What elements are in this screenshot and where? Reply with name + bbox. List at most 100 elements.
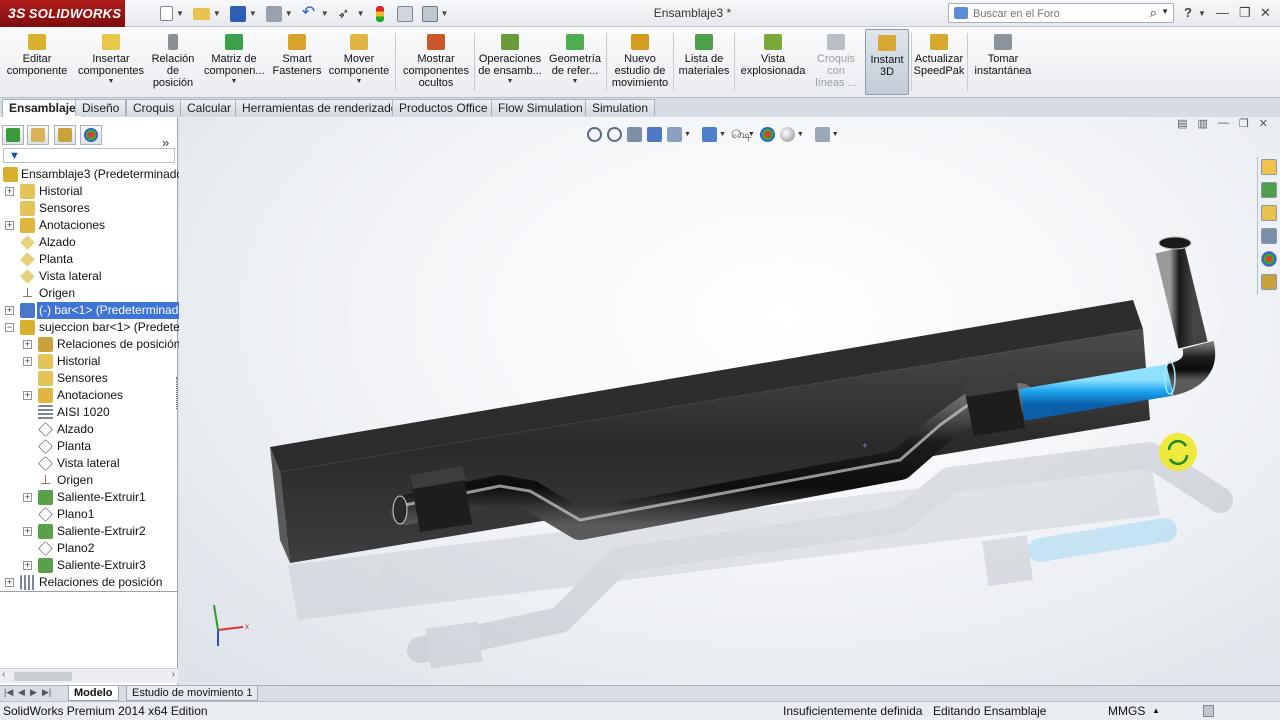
rebuild-icon[interactable] [375, 5, 384, 22]
view-palette-icon[interactable] [1261, 228, 1277, 244]
next-tab-icon[interactable]: ▶ [30, 687, 37, 698]
expand-icon[interactable]: + [5, 306, 14, 315]
update-speedpak-button[interactable]: Actualizar SpeedPak [913, 29, 965, 95]
tree-item-plano1[interactable]: Plano1 [0, 506, 178, 523]
tab-productos-office[interactable]: Productos Office [392, 99, 495, 116]
insert-components-button[interactable]: Insertar componentes ▼ [76, 29, 146, 95]
chevron-down-icon[interactable]: ▼ [326, 77, 392, 86]
expand-icon[interactable]: + [23, 391, 32, 400]
appearances-icon[interactable] [1261, 251, 1277, 267]
expand-icon[interactable]: + [5, 221, 14, 230]
file-properties-icon[interactable] [396, 5, 413, 22]
chevron-down-icon[interactable]: ▼ [249, 9, 257, 18]
instant3d-button[interactable]: Instant 3D [865, 29, 909, 95]
tab-calcular[interactable]: Calcular [180, 99, 239, 116]
tree-item-planta[interactable]: Planta [0, 251, 178, 268]
tree-item-sensores[interactable]: Sensores [0, 200, 178, 217]
restore-icon[interactable]: ❐ [1239, 5, 1251, 21]
tree-item-extruir2[interactable]: + Saliente-Extruir2 [0, 523, 178, 540]
take-snapshot-button[interactable]: Tomar instantánea [970, 29, 1036, 95]
previous-tab-icon[interactable]: ◀ [18, 687, 25, 698]
file-explorer-icon[interactable] [1261, 205, 1277, 221]
scroll-left-icon[interactable]: ‹ [2, 669, 5, 680]
status-options-icon[interactable] [1203, 705, 1214, 717]
displaymanager-tab[interactable] [80, 125, 102, 145]
tree-item-origen-sub[interactable]: ⊥ Origen [0, 472, 178, 489]
tab-estudio-movimiento[interactable]: Estudio de movimiento 1 [126, 686, 259, 701]
tab-flow-simulation[interactable]: Flow Simulation [491, 99, 590, 116]
component-pattern-button[interactable]: Matriz de componen... ▼ [204, 29, 265, 95]
design-library-icon[interactable] [1261, 182, 1277, 198]
custom-properties-icon[interactable] [1261, 274, 1277, 290]
search-icon[interactable]: ⌕ [1150, 5, 1157, 21]
units-selector[interactable]: MMGS [1108, 702, 1145, 720]
solidworks-logo[interactable]: 3S SOLIDWORKS [0, 0, 125, 27]
chevron-down-icon[interactable]: ▼ [1161, 7, 1169, 16]
search-input[interactable] [973, 6, 1143, 21]
horizontal-scrollbar[interactable]: ‹ › [0, 668, 178, 683]
minimize-icon[interactable]: — [1216, 5, 1229, 20]
home-icon[interactable] [1261, 159, 1277, 175]
scroll-right-icon[interactable]: › [172, 669, 175, 680]
new-motion-study-button[interactable]: Nuevo estudio de movimiento [609, 29, 671, 95]
tree-item-vista-lateral-sub[interactable]: Vista lateral [0, 455, 178, 472]
tree-item-historial-sub[interactable]: + Historial [0, 353, 178, 370]
tab-simulation[interactable]: Simulation [585, 99, 656, 116]
save-icon[interactable] [229, 5, 246, 22]
select-pointer-icon[interactable]: ➶ [338, 6, 354, 22]
undo-icon[interactable]: ↶ [302, 4, 318, 22]
configurationmanager-tab[interactable] [54, 125, 76, 145]
tree-item-bar[interactable]: + (-) bar<1> (Predeterminado [0, 302, 188, 319]
graphics-viewport[interactable]: ▼ ▼ ௸ ▼ ▼ ▼ ▤ ▥ — ❐ ✕ x + [179, 117, 1280, 685]
chevron-down-icon[interactable]: ▼ [477, 77, 543, 86]
chevron-up-icon[interactable]: ▲ [1152, 702, 1160, 720]
reference-geometry-button[interactable]: Geometría de refer... ▼ [546, 29, 604, 95]
tree-item-extruir3[interactable]: + Saliente-Extruir3 [0, 557, 178, 574]
scrollbar-thumb[interactable] [14, 672, 72, 681]
close-icon[interactable]: ✕ [1260, 5, 1271, 21]
featuremanager-tab[interactable] [2, 125, 24, 145]
chevron-down-icon[interactable]: ▼ [546, 77, 604, 86]
tab-croquis[interactable]: Croquis [126, 99, 182, 116]
chevron-down-icon[interactable]: ▼ [357, 9, 365, 18]
explode-line-sketch-button[interactable]: Croquis con líneas ... [811, 29, 861, 95]
tree-item-vista-lateral[interactable]: Vista lateral [0, 268, 178, 285]
chevron-down-icon[interactable]: ▼ [285, 9, 293, 18]
chevron-down-icon[interactable]: ▼ [176, 9, 184, 18]
tree-item-anotaciones-sub[interactable]: + Anotaciones [0, 387, 178, 404]
bill-of-materials-button[interactable]: Lista de materiales [676, 29, 732, 95]
options-icon[interactable] [421, 5, 438, 22]
open-folder-icon[interactable] [192, 7, 210, 20]
model-3d-view[interactable]: x + [179, 117, 1280, 685]
edit-component-button[interactable]: Editar componente [4, 29, 70, 95]
tab-ensamblaje[interactable]: Ensamblaje [2, 99, 83, 117]
tree-item-anotaciones[interactable]: + Anotaciones [0, 217, 178, 234]
tab-herramientas-renderizado[interactable]: Herramientas de renderizado [235, 99, 405, 116]
last-tab-icon[interactable]: ▶| [42, 687, 51, 698]
mate-button[interactable]: Relación de posición [148, 29, 198, 95]
expand-icon[interactable]: + [5, 187, 14, 196]
tree-item-alzado-sub[interactable]: Alzado [0, 421, 178, 438]
expand-icon[interactable]: + [23, 357, 32, 366]
tree-item-relaciones-posicion-root[interactable]: + Relaciones de posición [0, 574, 178, 591]
tab-modelo[interactable]: Modelo [68, 686, 119, 701]
tree-item-sensores-sub[interactable]: Sensores [0, 370, 178, 387]
move-component-button[interactable]: Mover componente ▼ [326, 29, 392, 95]
tree-item-alzado[interactable]: Alzado [0, 234, 178, 251]
collapse-icon[interactable]: − [5, 323, 14, 332]
chevron-down-icon[interactable]: ▼ [76, 77, 146, 86]
show-hidden-components-button[interactable]: Mostrar componentes ocultos [400, 29, 472, 95]
first-tab-icon[interactable]: |◀ [4, 687, 13, 698]
chevron-down-icon[interactable]: ▼ [321, 9, 329, 18]
chevron-down-icon[interactable]: ▼ [204, 77, 264, 86]
help-button[interactable]: ? [1184, 5, 1192, 20]
search-box[interactable]: ⌕ ▼ [948, 3, 1174, 23]
tree-item-relaciones-posicion[interactable]: + Relaciones de posición e [0, 336, 190, 353]
expand-icon[interactable]: + [23, 340, 32, 349]
tab-diseno[interactable]: Diseño [75, 99, 127, 116]
tree-item-plano2[interactable]: Plano2 [0, 540, 178, 557]
print-icon[interactable] [265, 5, 282, 22]
tree-item-origen[interactable]: ⊥ Origen [0, 285, 178, 302]
tree-item-sujeccion-bar[interactable]: − sujeccion bar<1> (Predeterm [0, 319, 194, 336]
tree-filter[interactable]: ▼ [3, 148, 175, 163]
